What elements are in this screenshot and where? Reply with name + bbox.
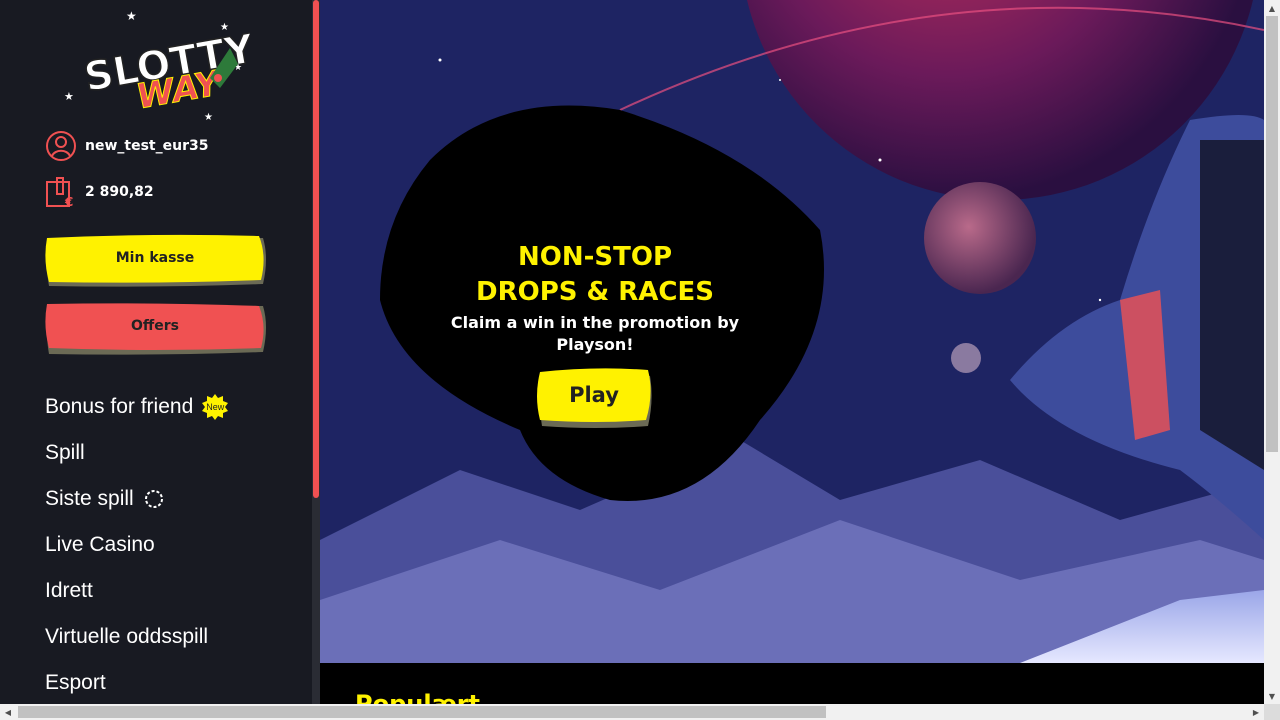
sidebar: SLOTTY WAY ★ ★ ★ ★ ★ new_test_eur35 € 2 … xyxy=(0,0,320,704)
page-vertical-scrollbar-thumb[interactable] xyxy=(1266,16,1278,452)
promo-banner[interactable]: NON-STOP DROPS & RACES Claim a win in th… xyxy=(320,0,1264,663)
main-menu: Bonus for friend New Spill Siste spill L… xyxy=(45,384,229,704)
page-horizontal-scrollbar-thumb[interactable] xyxy=(18,706,826,718)
menu-item-label: Esport xyxy=(45,671,106,694)
promo-content: NON-STOP DROPS & RACES Claim a win in th… xyxy=(420,240,770,356)
sidebar-scrollbar-thumb[interactable] xyxy=(313,0,319,498)
svg-text:★: ★ xyxy=(126,9,137,23)
svg-text:★: ★ xyxy=(64,90,74,103)
scroll-left-arrow-icon[interactable]: ◀ xyxy=(0,704,16,720)
user-row[interactable]: new_test_eur35 xyxy=(45,130,208,162)
offers-button-label: Offers xyxy=(131,318,179,334)
menu-item-virtuelle-oddsspill[interactable]: Virtuelle oddsspill xyxy=(45,614,229,660)
promo-title: NON-STOP DROPS & RACES xyxy=(476,242,714,307)
scrollbar-corner xyxy=(1264,704,1280,720)
menu-item-bonus-for-friend[interactable]: Bonus for friend New xyxy=(45,384,229,430)
offers-button[interactable]: Offers xyxy=(45,302,267,356)
loading-spinner-icon xyxy=(144,490,163,508)
balance-value: 2 890,82 xyxy=(85,184,154,200)
svg-text:★: ★ xyxy=(220,22,229,33)
slottyway-logo[interactable]: SLOTTY WAY ★ ★ ★ ★ ★ xyxy=(60,8,259,123)
menu-item-live-casino[interactable]: Live Casino xyxy=(45,522,229,568)
menu-item-label: Bonus for friend xyxy=(45,395,194,418)
scroll-down-arrow-icon[interactable]: ▼ xyxy=(1264,688,1280,704)
menu-item-label: Virtuelle oddsspill xyxy=(45,625,209,648)
cashier-button[interactable]: Min kasse xyxy=(45,234,267,288)
play-button[interactable]: Play xyxy=(536,368,654,430)
menu-item-label: Siste spill xyxy=(45,487,134,510)
scroll-right-arrow-icon[interactable]: ▶ xyxy=(1248,704,1264,720)
scroll-up-arrow-icon[interactable]: ▲ xyxy=(1264,0,1280,16)
menu-item-esport[interactable]: Esport xyxy=(45,660,229,704)
menu-item-label: Idrett xyxy=(45,579,93,602)
cashier-button-label: Min kasse xyxy=(115,250,195,266)
menu-item-siste-spill[interactable]: Siste spill xyxy=(45,476,229,522)
username: new_test_eur35 xyxy=(85,138,209,154)
menu-item-label: Spill xyxy=(45,441,85,464)
svg-text:€: € xyxy=(64,195,73,208)
new-badge: New xyxy=(201,393,229,421)
menu-item-idrett[interactable]: Idrett xyxy=(45,568,229,614)
menu-item-label: Live Casino xyxy=(45,533,155,556)
menu-item-spill[interactable]: Spill xyxy=(45,430,229,476)
svg-text:★: ★ xyxy=(204,112,213,120)
promo-subtitle: Claim a win in the promotion by Playson! xyxy=(450,313,740,354)
wallet-euro-icon: € xyxy=(46,177,73,208)
play-button-label: Play xyxy=(569,383,619,407)
user-icon xyxy=(46,131,76,161)
balance-row[interactable]: € 2 890,82 xyxy=(45,176,154,208)
